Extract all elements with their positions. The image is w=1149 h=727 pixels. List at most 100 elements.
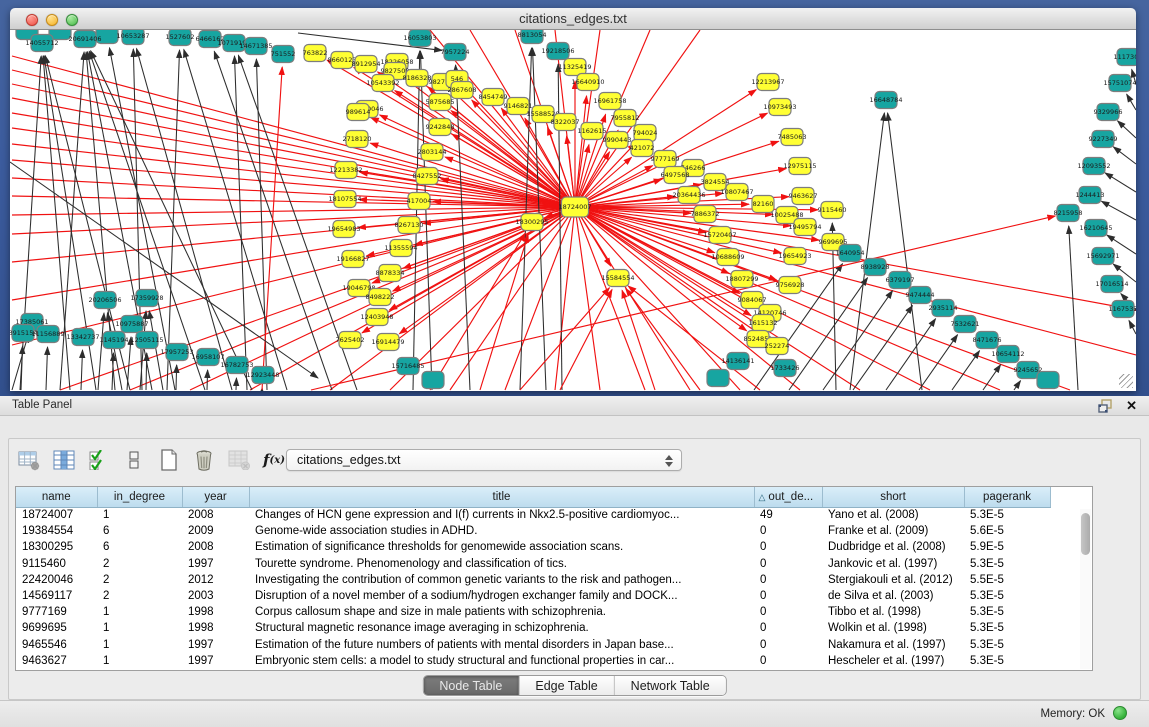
graph-node-label: 8215958 bbox=[1054, 209, 1083, 217]
column-header[interactable]: short bbox=[822, 487, 964, 507]
table-cell: 6 bbox=[97, 523, 182, 539]
node-table[interactable]: namein_degreeyeartitle△out_de...shortpag… bbox=[15, 486, 1093, 671]
graph-node-label: 8912954 bbox=[352, 60, 381, 68]
graph-node-label: 7957224 bbox=[441, 48, 470, 56]
graph-node-label: 794024 bbox=[633, 129, 658, 137]
table-cell: 0 bbox=[754, 637, 822, 653]
network-canvas[interactable]: 1872400718300295866012389129541822605898… bbox=[10, 30, 1136, 391]
graph-node-label: 1527602 bbox=[166, 33, 195, 41]
graph-node-label: 12505115 bbox=[130, 336, 163, 344]
table-row[interactable]: 977716911998Corpus callosum shape and si… bbox=[16, 604, 1050, 620]
table-row[interactable]: 1872400712008Changes of HCN gene express… bbox=[16, 507, 1050, 523]
graph-node-label: 16648784 bbox=[869, 96, 902, 104]
scrollbar-thumb[interactable] bbox=[1081, 513, 1090, 555]
column-header[interactable]: in_degree bbox=[97, 487, 182, 507]
graph-edge bbox=[789, 278, 868, 390]
new-table-icon[interactable] bbox=[157, 449, 181, 472]
row-height-icon[interactable] bbox=[122, 449, 146, 472]
table-row[interactable]: 911546021997Tourette syndrome. Phenomeno… bbox=[16, 556, 1050, 572]
window-titlebar[interactable]: citations_edges.txt bbox=[10, 8, 1136, 30]
graph-node-label: 10653287 bbox=[116, 32, 149, 40]
column-header[interactable]: title bbox=[249, 487, 754, 507]
graph-node-label: 751552 bbox=[271, 50, 296, 58]
graph-node-label: 8267130 bbox=[395, 221, 424, 229]
graph-node-label: 3824554 bbox=[701, 178, 730, 186]
tab-edge-table[interactable]: Edge Table bbox=[518, 676, 613, 695]
table-cell: 2008 bbox=[182, 539, 249, 555]
table-cell: 1997 bbox=[182, 556, 249, 572]
table-cell: 1997 bbox=[182, 637, 249, 653]
graph-node-label: 14136141 bbox=[721, 357, 754, 365]
graph-node-label: 8186328 bbox=[403, 74, 432, 82]
table-cell: Tibbo et al. (1998) bbox=[822, 604, 964, 620]
table-panel-body: f(x) citations_edges.txt namein_degreeye… bbox=[8, 438, 1141, 700]
table-cell: Wolkin et al. (1998) bbox=[822, 620, 964, 636]
float-panel-icon[interactable] bbox=[1098, 399, 1113, 413]
graph-node[interactable] bbox=[1037, 372, 1059, 389]
table-row[interactable]: 946554611997Estimation of the future num… bbox=[16, 637, 1050, 653]
table-cell: 1 bbox=[97, 653, 182, 669]
table-cell: 9465546 bbox=[16, 637, 97, 653]
table-cell: Tourette syndrome. Phenomenology and cla… bbox=[249, 556, 754, 572]
graph-node-label: 15751074 bbox=[1103, 79, 1136, 87]
resize-grip-icon[interactable] bbox=[1119, 374, 1133, 388]
table-row[interactable]: 946362711997Embryonic stem cells: a mode… bbox=[16, 653, 1050, 669]
table-cell: Dudbridge et al. (2008) bbox=[822, 539, 964, 555]
graph-node-label: 20206506 bbox=[88, 296, 121, 304]
column-header[interactable]: year bbox=[182, 487, 249, 507]
graph-node-label: 15720407 bbox=[703, 231, 736, 239]
graph-node-label: 12923448 bbox=[246, 371, 279, 379]
table-row[interactable]: 2242004622012Investigating the contribut… bbox=[16, 572, 1050, 588]
graph-edge bbox=[1069, 226, 1078, 390]
network-window[interactable]: citations_edges.txt 18724007183002958660… bbox=[10, 8, 1136, 391]
graph-node-label: 16053803 bbox=[403, 34, 436, 42]
table-row[interactable]: 969969511998Structural magnetic resonanc… bbox=[16, 620, 1050, 636]
delete-table-icon bbox=[227, 449, 251, 472]
graph-node-label: 19166827 bbox=[336, 255, 369, 263]
table-row[interactable]: 1830029562008Estimation of significance … bbox=[16, 539, 1050, 555]
select-rows-icon[interactable] bbox=[87, 449, 111, 472]
table-selector-dropdown[interactable]: citations_edges.txt bbox=[286, 449, 682, 471]
table-cell: Franke et al. (2009) bbox=[822, 523, 964, 539]
graph-edge bbox=[207, 370, 208, 390]
network-desktop: citations_edges.txt 18724007183002958660… bbox=[0, 0, 1149, 396]
tab-node-table[interactable]: Node Table bbox=[423, 676, 518, 695]
table-cell: 5.3E-5 bbox=[964, 507, 1050, 523]
table-cell: 2003 bbox=[182, 588, 249, 604]
table-toolbar: f(x) bbox=[17, 447, 286, 473]
tab-network-table[interactable]: Network Table bbox=[614, 676, 726, 695]
column-header[interactable]: △out_de... bbox=[754, 487, 822, 507]
table-scrollbar[interactable] bbox=[1080, 509, 1091, 669]
graph-node-label: 10654112 bbox=[991, 350, 1024, 358]
graph-node-label: 5875685 bbox=[426, 98, 455, 106]
graph-node-label: 8427552 bbox=[413, 172, 442, 180]
delete-list-icon[interactable] bbox=[192, 449, 216, 472]
network-graph[interactable]: 1872400718300295866012389129541822605898… bbox=[10, 30, 1136, 391]
graph-node-label: 12093552 bbox=[1077, 162, 1110, 170]
graph-edge bbox=[1118, 121, 1136, 138]
graph-node-label: 16914479 bbox=[371, 338, 404, 346]
table-cell: 0 bbox=[754, 620, 822, 636]
table-header-row: namein_degreeyeartitle△out_de...shortpag… bbox=[16, 487, 1050, 507]
table-cell: 1 bbox=[97, 604, 182, 620]
graph-node-label: 8471676 bbox=[973, 336, 1002, 344]
table-row[interactable]: 1938455462009Genome-wide association stu… bbox=[16, 523, 1050, 539]
graph-node[interactable] bbox=[422, 372, 444, 389]
graph-node[interactable] bbox=[707, 370, 729, 387]
table-cell: 5.5E-5 bbox=[964, 572, 1050, 588]
graph-node-label: 10807467 bbox=[720, 188, 753, 196]
table-row[interactable]: 1456911722003Disruption of a novel membe… bbox=[16, 588, 1050, 604]
graph-edge bbox=[184, 49, 287, 390]
close-panel-icon[interactable]: ✕ bbox=[1126, 398, 1137, 414]
column-header[interactable]: pagerank bbox=[964, 487, 1050, 507]
graph-node-label: 18300295 bbox=[515, 218, 548, 226]
table-settings-icon[interactable] bbox=[17, 449, 41, 472]
table-cell: 0 bbox=[754, 604, 822, 620]
table-cell: 2 bbox=[97, 572, 182, 588]
show-columns-icon[interactable] bbox=[52, 449, 76, 472]
graph-node-label: 7625402 bbox=[336, 336, 365, 344]
graph-node-label: 1167533 bbox=[1109, 305, 1136, 313]
graph-node-label: 9474444 bbox=[906, 291, 935, 299]
column-header[interactable]: name bbox=[16, 487, 97, 507]
function-builder-icon[interactable]: f(x) bbox=[262, 449, 286, 472]
